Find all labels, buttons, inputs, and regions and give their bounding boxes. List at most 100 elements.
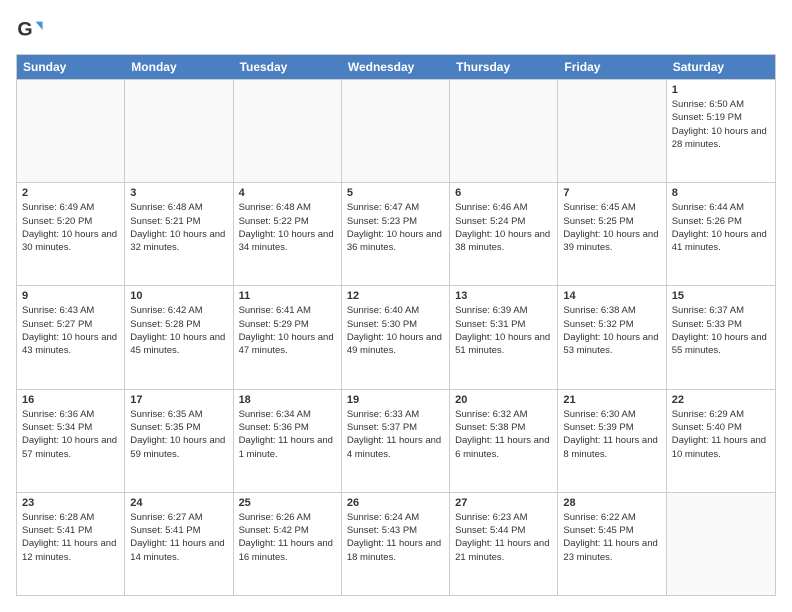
header: G [16, 16, 776, 44]
svg-text:G: G [17, 19, 32, 41]
day-number: 20 [455, 394, 552, 406]
day-number: 19 [347, 394, 444, 406]
day-info: Sunrise: 6:33 AM Sunset: 5:37 PM Dayligh… [347, 408, 444, 461]
empty-cell-4-6 [667, 493, 775, 595]
day-info: Sunrise: 6:42 AM Sunset: 5:28 PM Dayligh… [130, 304, 227, 357]
day-info: Sunrise: 6:35 AM Sunset: 5:35 PM Dayligh… [130, 408, 227, 461]
empty-cell-0-5 [558, 80, 666, 182]
day-info: Sunrise: 6:38 AM Sunset: 5:32 PM Dayligh… [563, 304, 660, 357]
day-info: Sunrise: 6:36 AM Sunset: 5:34 PM Dayligh… [22, 408, 119, 461]
day-info: Sunrise: 6:26 AM Sunset: 5:42 PM Dayligh… [239, 511, 336, 564]
calendar-row-1: 1Sunrise: 6:50 AM Sunset: 5:19 PM Daylig… [17, 79, 775, 182]
day-number: 28 [563, 497, 660, 509]
day-number: 15 [672, 290, 770, 302]
day-number: 10 [130, 290, 227, 302]
day-info: Sunrise: 6:32 AM Sunset: 5:38 PM Dayligh… [455, 408, 552, 461]
day-info: Sunrise: 6:29 AM Sunset: 5:40 PM Dayligh… [672, 408, 770, 461]
day-number: 17 [130, 394, 227, 406]
day-number: 1 [672, 84, 770, 96]
day-cell-14: 14 Sunrise: 6:38 AM Sunset: 5:32 PM Dayli… [558, 286, 666, 388]
day-info: Sunrise: 6:43 AM Sunset: 5:27 PM Dayligh… [22, 304, 119, 357]
day-cell-24: 24Sunrise: 6:27 AM Sunset: 5:41 PM Dayli… [125, 493, 233, 595]
day-cell-11: 11 Sunrise: 6:41 AM Sunset: 5:29 PM Dayli… [234, 286, 342, 388]
day-cell-28: 28Sunrise: 6:22 AM Sunset: 5:45 PM Dayli… [558, 493, 666, 595]
day-cell-17: 17 Sunrise: 6:35 AM Sunset: 5:35 PM Dayli… [125, 390, 233, 492]
day-info: Sunrise: 6:34 AM Sunset: 5:36 PM Dayligh… [239, 408, 336, 461]
day-number: 14 [563, 290, 660, 302]
calendar-row-3: 9 Sunrise: 6:43 AM Sunset: 5:27 PM Daylig… [17, 285, 775, 388]
day-number: 23 [22, 497, 119, 509]
day-number: 12 [347, 290, 444, 302]
empty-cell-0-1 [125, 80, 233, 182]
header-day-monday: Monday [125, 55, 233, 79]
day-cell-22: 22 Sunrise: 6:29 AM Sunset: 5:40 PM Dayli… [667, 390, 775, 492]
day-info: Sunrise: 6:39 AM Sunset: 5:31 PM Dayligh… [455, 304, 552, 357]
header-day-sunday: Sunday [17, 55, 125, 79]
day-info: Sunrise: 6:28 AM Sunset: 5:41 PM Dayligh… [22, 511, 119, 564]
calendar-header: SundayMondayTuesdayWednesdayThursdayFrid… [17, 55, 775, 79]
day-info: Sunrise: 6:46 AM Sunset: 5:24 PM Dayligh… [455, 201, 552, 254]
day-info: Sunrise: 6:37 AM Sunset: 5:33 PM Dayligh… [672, 304, 770, 357]
day-number: 6 [455, 187, 552, 199]
day-number: 18 [239, 394, 336, 406]
header-day-saturday: Saturday [667, 55, 775, 79]
day-number: 25 [239, 497, 336, 509]
logo: G [16, 16, 46, 44]
day-cell-18: 18 Sunrise: 6:34 AM Sunset: 5:36 PM Dayli… [234, 390, 342, 492]
day-info: Sunrise: 6:44 AM Sunset: 5:26 PM Dayligh… [672, 201, 770, 254]
day-cell-4: 4 Sunrise: 6:48 AM Sunset: 5:22 PM Daylig… [234, 183, 342, 285]
day-cell-6: 6 Sunrise: 6:46 AM Sunset: 5:24 PM Daylig… [450, 183, 558, 285]
empty-cell-0-2 [234, 80, 342, 182]
day-number: 27 [455, 497, 552, 509]
day-cell-20: 20 Sunrise: 6:32 AM Sunset: 5:38 PM Dayli… [450, 390, 558, 492]
day-info: Sunrise: 6:40 AM Sunset: 5:30 PM Dayligh… [347, 304, 444, 357]
day-number: 24 [130, 497, 227, 509]
day-cell-13: 13 Sunrise: 6:39 AM Sunset: 5:31 PM Dayli… [450, 286, 558, 388]
day-cell-7: 7Sunrise: 6:45 AM Sunset: 5:25 PM Daylig… [558, 183, 666, 285]
calendar-row-5: 23 Sunrise: 6:28 AM Sunset: 5:41 PM Dayli… [17, 492, 775, 595]
day-cell-8: 8 Sunrise: 6:44 AM Sunset: 5:26 PM Daylig… [667, 183, 775, 285]
day-cell-3: 3 Sunrise: 6:48 AM Sunset: 5:21 PM Daylig… [125, 183, 233, 285]
day-info: Sunrise: 6:45 AM Sunset: 5:25 PM Dayligh… [563, 201, 660, 254]
day-cell-15: 15 Sunrise: 6:37 AM Sunset: 5:33 PM Dayli… [667, 286, 775, 388]
day-number: 13 [455, 290, 552, 302]
day-cell-10: 10 Sunrise: 6:42 AM Sunset: 5:28 PM Dayli… [125, 286, 233, 388]
day-cell-12: 12 Sunrise: 6:40 AM Sunset: 5:30 PM Dayli… [342, 286, 450, 388]
calendar-row-2: 2Sunrise: 6:49 AM Sunset: 5:20 PM Daylig… [17, 182, 775, 285]
day-cell-5: 5Sunrise: 6:47 AM Sunset: 5:23 PM Daylig… [342, 183, 450, 285]
header-day-wednesday: Wednesday [342, 55, 450, 79]
day-cell-21: 21 Sunrise: 6:30 AM Sunset: 5:39 PM Dayli… [558, 390, 666, 492]
day-cell-23: 23 Sunrise: 6:28 AM Sunset: 5:41 PM Dayli… [17, 493, 125, 595]
page: G SundayMondayTuesdayWednesdayThursdayFr… [0, 0, 792, 612]
header-day-thursday: Thursday [450, 55, 558, 79]
day-number: 21 [563, 394, 660, 406]
day-info: Sunrise: 6:48 AM Sunset: 5:21 PM Dayligh… [130, 201, 227, 254]
day-info: Sunrise: 6:30 AM Sunset: 5:39 PM Dayligh… [563, 408, 660, 461]
header-day-tuesday: Tuesday [234, 55, 342, 79]
logo-icon: G [16, 16, 44, 44]
day-number: 5 [347, 187, 444, 199]
day-cell-16: 16 Sunrise: 6:36 AM Sunset: 5:34 PM Dayli… [17, 390, 125, 492]
day-info: Sunrise: 6:24 AM Sunset: 5:43 PM Dayligh… [347, 511, 444, 564]
day-info: Sunrise: 6:41 AM Sunset: 5:29 PM Dayligh… [239, 304, 336, 357]
day-cell-27: 27 Sunrise: 6:23 AM Sunset: 5:44 PM Dayli… [450, 493, 558, 595]
day-cell-9: 9 Sunrise: 6:43 AM Sunset: 5:27 PM Daylig… [17, 286, 125, 388]
day-number: 8 [672, 187, 770, 199]
day-cell-25: 25 Sunrise: 6:26 AM Sunset: 5:42 PM Dayli… [234, 493, 342, 595]
day-number: 4 [239, 187, 336, 199]
calendar: SundayMondayTuesdayWednesdayThursdayFrid… [16, 54, 776, 596]
day-number: 9 [22, 290, 119, 302]
calendar-body: 1Sunrise: 6:50 AM Sunset: 5:19 PM Daylig… [17, 79, 775, 595]
empty-cell-0-4 [450, 80, 558, 182]
day-number: 11 [239, 290, 336, 302]
empty-cell-0-0 [17, 80, 125, 182]
day-number: 16 [22, 394, 119, 406]
day-cell-26: 26Sunrise: 6:24 AM Sunset: 5:43 PM Dayli… [342, 493, 450, 595]
day-number: 3 [130, 187, 227, 199]
day-info: Sunrise: 6:48 AM Sunset: 5:22 PM Dayligh… [239, 201, 336, 254]
day-number: 22 [672, 394, 770, 406]
day-info: Sunrise: 6:23 AM Sunset: 5:44 PM Dayligh… [455, 511, 552, 564]
day-info: Sunrise: 6:49 AM Sunset: 5:20 PM Dayligh… [22, 201, 119, 254]
day-cell-2: 2Sunrise: 6:49 AM Sunset: 5:20 PM Daylig… [17, 183, 125, 285]
day-cell-1: 1Sunrise: 6:50 AM Sunset: 5:19 PM Daylig… [667, 80, 775, 182]
